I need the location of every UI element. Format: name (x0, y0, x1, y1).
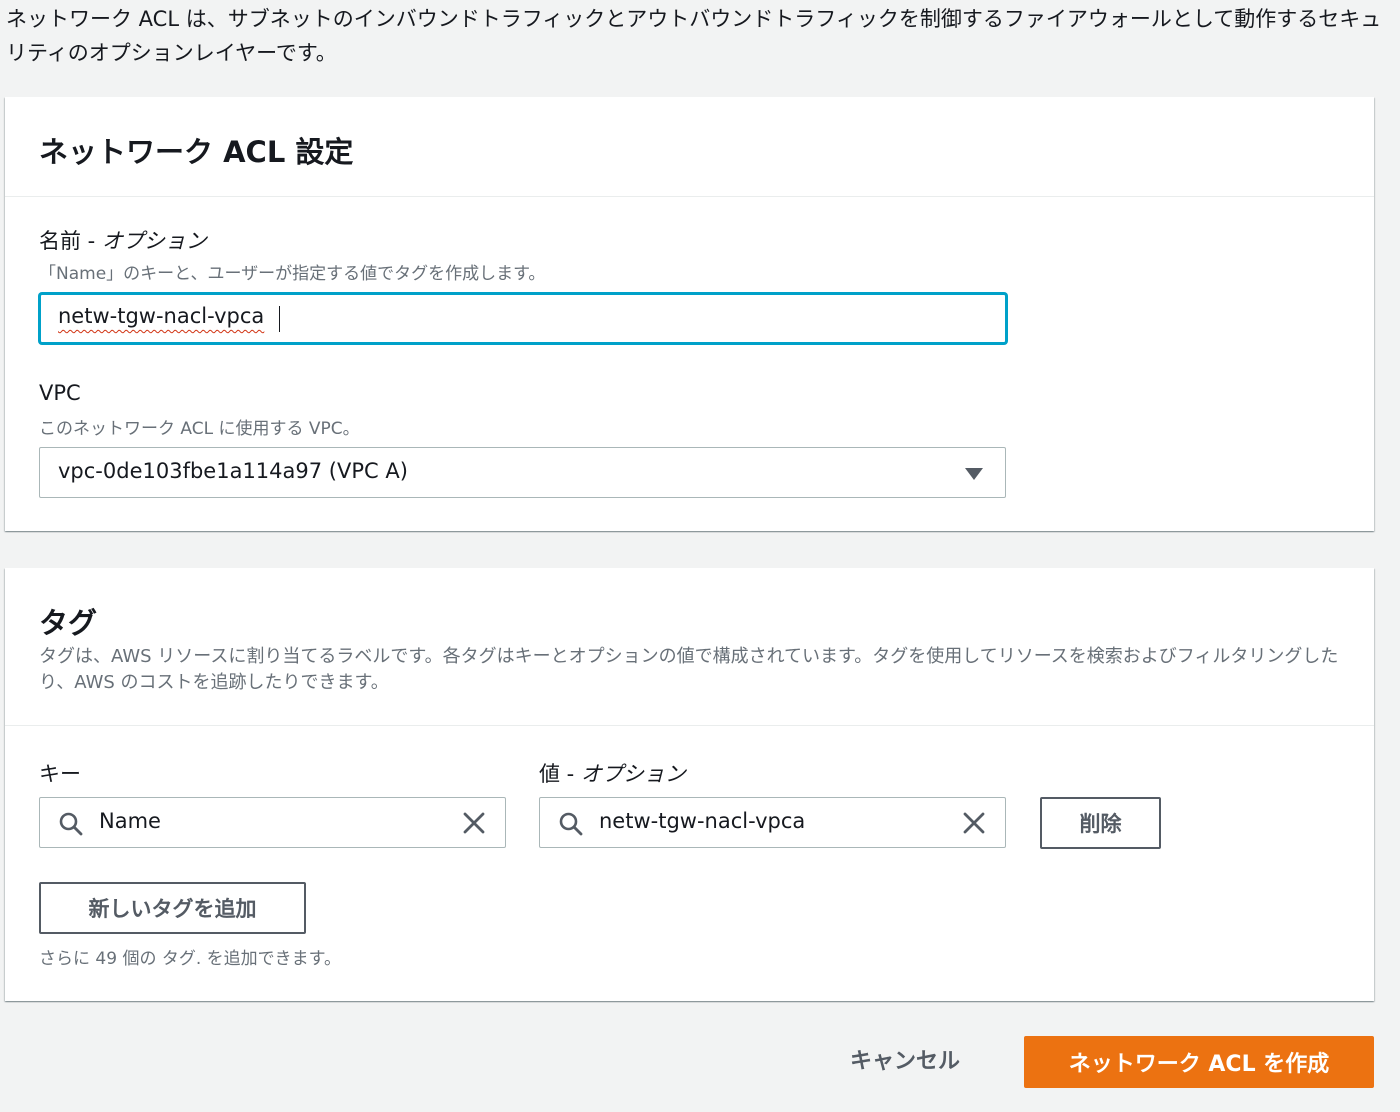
page-description: ネットワーク ACL は、サブネットのインバウンドトラフィックとアウトバウンドト… (6, 7, 1382, 65)
settings-panel-header: ネットワーク ACL 設定 (5, 97, 1374, 197)
name-field-description: 「Name」のキーと、ユーザーが指定する値でタグを作成します。 (39, 264, 546, 284)
tag-value-label-text: 値 - (539, 762, 581, 786)
name-input-value: netw-tgw-nacl-vpca (58, 304, 265, 328)
vpc-field-description: このネットワーク ACL に使用する VPC。 (39, 419, 360, 439)
name-optional-text: オプション (101, 229, 207, 253)
remove-tag-button[interactable]: 削除 (1040, 797, 1161, 849)
create-network-acl-button[interactable]: ネットワーク ACL を作成 (1024, 1036, 1374, 1088)
name-label-text: 名前 - (39, 229, 102, 253)
tag-key-value: Name (99, 809, 161, 833)
tags-panel-description: タグは、AWS リソースに割り当てるラベルです。各タグはキーとオプションの値で構… (39, 646, 1339, 693)
tag-value-value: netw-tgw-nacl-vpca (599, 809, 806, 833)
tags-panel-title: タグ (39, 606, 98, 640)
tags-panel-header: タグ タグは、AWS リソースに割り当てるラベルです。各タグはキーとオプションの… (5, 568, 1374, 726)
vpc-field-label: VPC (39, 381, 81, 405)
settings-panel: ネットワーク ACL 設定 名前 - オプション 「Name」のキーと、ユーザー… (5, 97, 1374, 531)
tag-value-optional-text: オプション (580, 762, 686, 786)
search-icon (59, 812, 83, 836)
tag-key-input[interactable]: Name (39, 797, 506, 848)
tag-value-label: 値 - オプション (539, 758, 686, 788)
name-input[interactable]: netw-tgw-nacl-vpca (39, 293, 1007, 344)
cancel-button[interactable]: キャンセル (850, 1043, 960, 1075)
tags-panel: タグ タグは、AWS リソースに割り当てるラベルです。各タグはキーとオプションの… (5, 568, 1374, 1001)
dropdown-arrow-icon (965, 468, 983, 480)
clear-icon[interactable] (462, 811, 486, 835)
tag-key-label: キー (39, 762, 81, 786)
clear-icon[interactable] (962, 811, 986, 835)
text-caret (279, 306, 280, 332)
vpc-select[interactable]: vpc-0de103fbe1a114a97 (VPC A) (39, 447, 1006, 498)
settings-panel-title: ネットワーク ACL 設定 (39, 135, 354, 169)
add-tag-button[interactable]: 新しいタグを追加 (39, 882, 306, 934)
tag-limit-hint: さらに 49 個の タグ. を追加できます。 (39, 949, 341, 969)
name-field-label: 名前 - オプション (39, 225, 207, 255)
search-icon (559, 812, 583, 836)
tag-value-input[interactable]: netw-tgw-nacl-vpca (539, 797, 1006, 848)
vpc-select-value: vpc-0de103fbe1a114a97 (VPC A) (58, 459, 408, 483)
